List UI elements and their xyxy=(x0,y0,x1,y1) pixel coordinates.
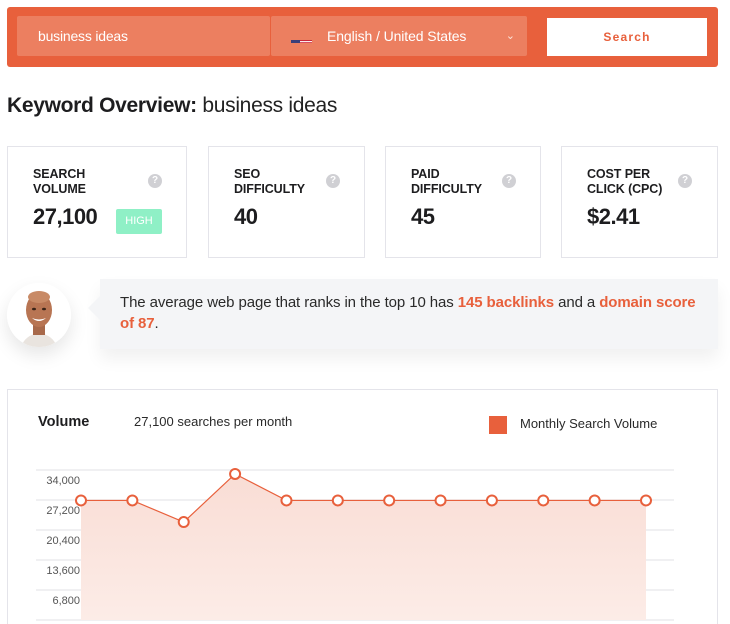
help-icon[interactable]: ? xyxy=(502,174,516,188)
data-point[interactable] xyxy=(280,494,293,507)
metric-card-search-volume: Search Volume ? 27,100 HIGH xyxy=(7,146,187,258)
page-title-prefix: Keyword Overview: xyxy=(7,94,197,117)
help-icon[interactable]: ? xyxy=(326,174,340,188)
chevron-down-icon: ⌄ xyxy=(505,30,515,42)
tip-pointer xyxy=(88,296,100,320)
metric-label: Cost Per Click (CPC) xyxy=(587,167,663,196)
legend-swatch xyxy=(489,416,507,434)
page-title: Keyword Overview: business ideas xyxy=(7,94,337,118)
data-point[interactable] xyxy=(126,494,139,507)
avatar xyxy=(7,283,71,347)
language-label: English / United States xyxy=(327,28,467,44)
volume-chart: 34,000 27,200 20,400 13,600 6,800 xyxy=(36,467,674,621)
metric-value: 45 xyxy=(411,204,435,229)
tip-text-part: . xyxy=(154,315,159,332)
tip-text-part: and a xyxy=(554,294,600,311)
data-point[interactable] xyxy=(229,467,242,480)
metric-label: SEO Difficulty xyxy=(234,167,305,196)
data-point[interactable] xyxy=(537,494,550,507)
data-point[interactable] xyxy=(75,494,87,507)
language-select[interactable]: English / United States ⌄ xyxy=(271,16,527,56)
volume-title: Volume xyxy=(38,414,90,430)
data-point[interactable] xyxy=(331,494,344,507)
keyword-search-bar: English / United States ⌄ Search xyxy=(7,7,718,67)
search-button[interactable]: Search xyxy=(547,18,707,56)
help-icon[interactable]: ? xyxy=(678,174,692,188)
page-title-keyword: business ideas xyxy=(202,94,338,117)
data-point[interactable] xyxy=(588,494,601,507)
metric-card-seo-difficulty: SEO Difficulty ? 40 xyxy=(208,146,365,258)
data-point[interactable] xyxy=(640,494,652,507)
series-area xyxy=(81,473,646,620)
keyword-input[interactable] xyxy=(17,16,270,56)
metric-value: 40 xyxy=(234,204,258,229)
metric-card-cpc: Cost Per Click (CPC) ? $2.41 xyxy=(561,146,718,258)
metric-card-paid-difficulty: Paid Difficulty ? 45 xyxy=(385,146,541,258)
y-tick-label: 13,600 xyxy=(46,565,80,577)
tip-text: The average web page that ranks in the t… xyxy=(120,292,710,334)
us-flag-icon xyxy=(291,29,312,43)
metric-value: 27,100 xyxy=(33,204,98,229)
data-point[interactable] xyxy=(383,494,396,507)
metric-label: Paid Difficulty xyxy=(411,167,482,196)
person-avatar-icon xyxy=(7,283,71,347)
metric-value: $2.41 xyxy=(587,204,640,229)
metric-label: Search Volume xyxy=(33,167,86,196)
tip-text-part: The average web page that ranks in the t… xyxy=(120,294,458,311)
y-tick-label: 20,400 xyxy=(46,535,80,547)
y-tick-label: 27,200 xyxy=(46,505,80,517)
data-point[interactable] xyxy=(434,494,447,507)
y-tick-label: 6,800 xyxy=(52,595,80,607)
backlinks-highlight: 145 backlinks xyxy=(457,294,555,311)
volume-subtitle: 27,100 searches per month xyxy=(134,414,293,429)
data-point[interactable] xyxy=(177,516,190,529)
data-point[interactable] xyxy=(485,494,498,507)
help-icon[interactable]: ? xyxy=(148,174,162,188)
volume-level-badge: HIGH xyxy=(116,209,162,234)
legend-label[interactable]: Monthly Search Volume xyxy=(520,416,657,431)
y-tick-label: 34,000 xyxy=(46,475,80,487)
